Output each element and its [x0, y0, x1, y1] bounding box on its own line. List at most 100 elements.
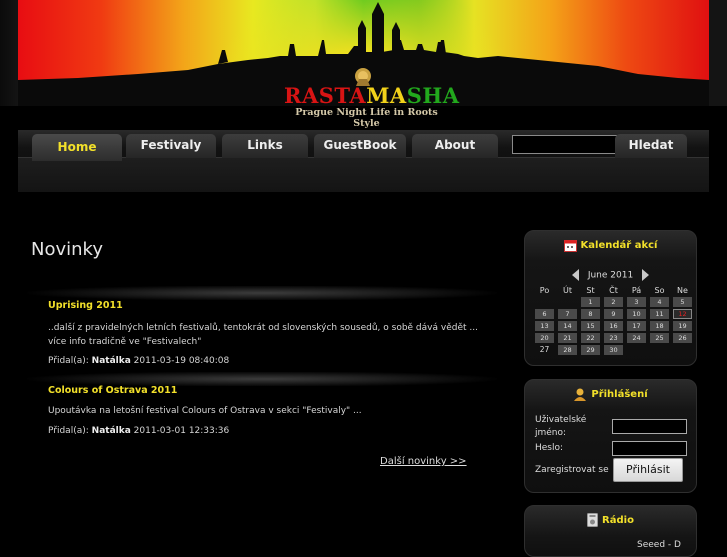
radio-panel-header: Rádio [525, 506, 696, 536]
calendar-day[interactable]: 9 [604, 309, 623, 319]
main-content: Novinky Uprising 2011 ..další z pravidel… [18, 190, 504, 545]
calendar-icon [563, 239, 577, 252]
calendar-weekday: Ne [677, 286, 688, 295]
search-input[interactable] [512, 135, 617, 154]
calendar-day[interactable]: 16 [604, 321, 623, 331]
login-panel: Přihlášení Uživatelské jméno: Heslo: Zar… [524, 379, 697, 493]
radio-title: Rádio [602, 515, 634, 526]
calendar-day[interactable]: 22 [581, 333, 600, 343]
calendar-day[interactable]: 25 [650, 333, 669, 343]
page-title: Novinky [31, 239, 103, 260]
header-banner: RASTAMASHA Prague Night Life in Roots St… [0, 0, 727, 130]
calendar-day[interactable]: 12 [673, 309, 692, 319]
calendar-weekday: Čt [609, 286, 618, 295]
username-field[interactable] [612, 419, 687, 434]
calendar-weekday-row: Po Út St Čt Pá So Ne [533, 285, 695, 297]
calendar-day[interactable]: 7 [558, 309, 577, 319]
password-field[interactable] [612, 441, 687, 456]
calendar-month-nav: June 2011 [525, 269, 696, 281]
radio-panel: Rádio Seeed - D [524, 505, 697, 557]
calendar-day[interactable]: 21 [558, 333, 577, 343]
login-panel-header: Přihlášení [525, 380, 696, 410]
calendar-grid: Po Út St Čt Pá So Ne 1 2 3 4 5 6 7 8 9 10 11 12 13 14 15 16 17 1… [533, 285, 695, 357]
calendar-weekday: St [586, 286, 595, 295]
calendar-title: Kalendář akcí [580, 240, 658, 251]
tab-festivaly[interactable]: Festivaly [126, 134, 216, 158]
brand-name: RASTAMASHA [284, 83, 460, 108]
calendar-week-row: 20 21 22 23 24 25 26 [533, 333, 695, 345]
calendar-day[interactable]: 24 [627, 333, 646, 343]
user-icon [574, 388, 587, 401]
password-label: Heslo: [535, 443, 564, 453]
calendar-day[interactable]: 20 [535, 333, 554, 343]
calendar-month: June 2011 [587, 270, 634, 281]
calendar-day[interactable]: 11 [650, 309, 669, 319]
calendar-day[interactable]: 23 [604, 333, 623, 343]
calendar-empty-cell [558, 297, 577, 307]
tab-links[interactable]: Links [222, 134, 308, 158]
calendar-day[interactable]: 19 [673, 321, 692, 331]
news-author: Natálka [91, 356, 131, 366]
prev-month-arrow-icon[interactable] [571, 269, 579, 281]
news-title[interactable]: Uprising 2011 [48, 299, 488, 313]
login-title: Přihlášení [591, 389, 648, 400]
calendar-day[interactable]: 17 [627, 321, 646, 331]
calendar-empty-cell [627, 345, 646, 355]
tab-home[interactable]: Home [32, 134, 122, 161]
calendar-day[interactable]: 29 [581, 345, 600, 355]
next-month-arrow-icon[interactable] [642, 269, 650, 281]
news-author: Natálka [91, 426, 131, 436]
radio-icon [587, 513, 599, 527]
news-title[interactable]: Colours of Ostrava 2011 [48, 384, 488, 398]
calendar-day[interactable]: 5 [673, 297, 692, 307]
calendar-week-row: 13 14 15 16 17 18 19 [533, 321, 695, 333]
calendar-weekday: Pá [631, 286, 642, 295]
news-item: Uprising 2011 ..další z pravidelných let… [48, 299, 488, 368]
calendar-day[interactable]: 6 [535, 309, 554, 319]
calendar-day[interactable]: 13 [535, 321, 554, 331]
calendar-week-row: 12345 [533, 297, 695, 309]
calendar-day[interactable]: 26 [673, 333, 692, 343]
calendar-day[interactable]: 1 [581, 297, 600, 307]
calendar-empty-cell [535, 297, 554, 307]
calendar-day[interactable]: 4 [650, 297, 669, 307]
calendar-day[interactable]: 28 [558, 345, 577, 355]
radio-station: Seeed - D [637, 540, 681, 550]
calendar-day[interactable]: 10 [627, 309, 646, 319]
calendar-panel-header: Kalendář akcí [525, 231, 696, 261]
site-logo[interactable]: RASTAMASHA Prague Night Life in Roots St… [284, 66, 460, 129]
username-label: Uživatelské jméno: [535, 415, 587, 438]
calendar-empty-cell [673, 345, 692, 355]
calendar-panel: Kalendář akcí June 2011 Po Út St Čt Pá So Ne 1 2… [524, 230, 697, 366]
calendar-day[interactable]: 8 [581, 309, 600, 319]
main-navigation: Home Festivaly Links GuestBook About Hle… [18, 130, 709, 192]
calendar-day[interactable]: 14 [558, 321, 577, 331]
tab-about[interactable]: About [412, 134, 498, 158]
news-meta: Přidal(a): Natálka 2011-03-19 08:40:08 [48, 356, 230, 366]
calendar-day[interactable]: 27 [535, 345, 554, 355]
brand-tagline: Prague Night Life in Roots Style [295, 107, 438, 129]
calendar-week-row: 27 28 29 30 [533, 345, 695, 357]
calendar-weekday: So [654, 286, 665, 295]
news-meta: Přidal(a): Natálka 2011-03-01 12:33:36 [48, 426, 230, 436]
calendar-day[interactable]: 15 [581, 321, 600, 331]
calendar-day[interactable]: 3 [627, 297, 646, 307]
calendar-empty-cell [650, 345, 669, 355]
calendar-day[interactable]: 30 [604, 345, 623, 355]
register-link[interactable]: Zaregistrovat se [535, 464, 609, 477]
news-date: 2011-03-01 12:33:36 [133, 426, 230, 436]
login-button[interactable]: Přihlásit [613, 458, 683, 482]
calendar-day[interactable]: 2 [604, 297, 623, 307]
news-text: Upoutávka na letošní festival Colours of… [48, 406, 362, 416]
calendar-week-row: 6 7 8 9 10 11 12 [533, 309, 695, 321]
news-text: ..další z pravidelných letních festivalů… [48, 323, 478, 347]
divider [27, 286, 497, 300]
tab-guestbook[interactable]: GuestBook [314, 134, 406, 158]
more-news-link[interactable]: Další novinky >> [380, 456, 467, 467]
calendar-day[interactable]: 18 [650, 321, 669, 331]
calendar-weekday: Út [563, 286, 572, 295]
calendar-weekday: Po [539, 286, 550, 295]
news-item: Colours of Ostrava 2011 Upoutávka na let… [48, 384, 488, 438]
search-button[interactable]: Hledat [615, 134, 687, 158]
news-date: 2011-03-19 08:40:08 [133, 356, 230, 366]
